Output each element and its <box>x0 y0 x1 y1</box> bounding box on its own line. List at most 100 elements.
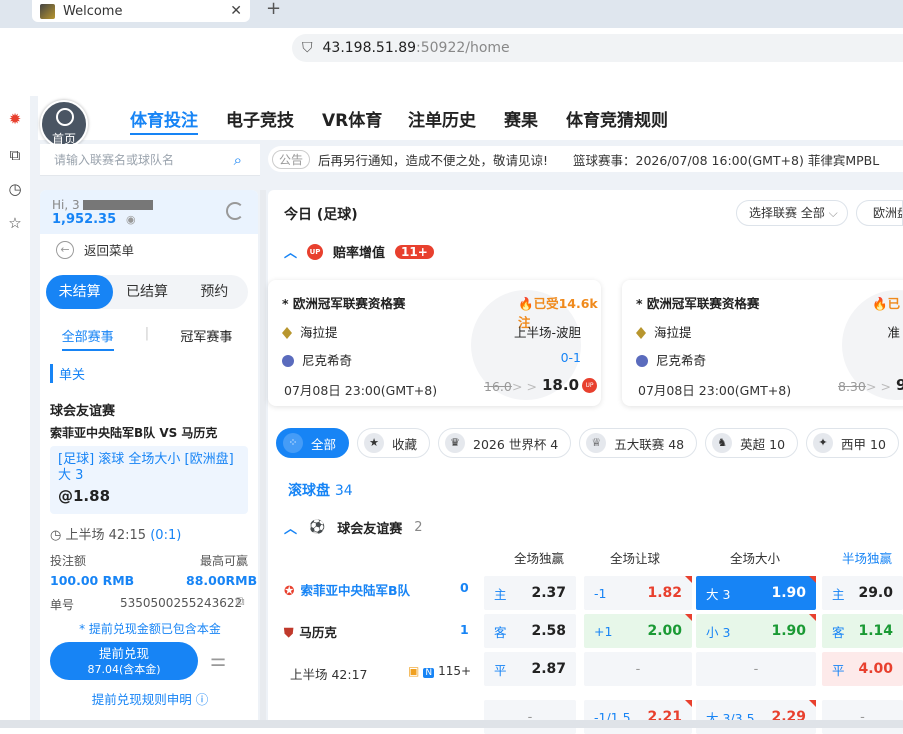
cashout-tip: * 提前兑现金额已包含本金 <box>79 622 221 636</box>
notice-text: 后再另行通知，造成不便之处，敬请见谅! 篮球赛事：2026/07/08 16:0… <box>318 152 880 168</box>
new-tab-icon[interactable]: + <box>266 0 281 19</box>
card-new-odds[interactable]: 9 <box>896 376 903 394</box>
odds-cell[interactable]: -1/1.5 2.21 <box>584 700 692 734</box>
tab-settled[interactable]: 已结算 <box>113 275 180 309</box>
back-menu-label: 返回菜单 <box>84 243 135 258</box>
cashout-rules-link[interactable]: 提前兑现规则申明 ⓘ <box>50 689 250 708</box>
notice-bar: 公告 后再另行通知，造成不便之处，敬请见谅! 篮球赛事：2026/07/08 1… <box>268 146 903 172</box>
chevron-up-icon: ︿ <box>284 246 298 261</box>
history-icon[interactable]: ◷ <box>6 180 24 198</box>
match-time: 上半场 42:17 <box>290 667 368 682</box>
bet-detail: [足球] 滚球 全场大小 [欧洲盘] 大 3 @1.88 <box>50 446 248 514</box>
eye-icon[interactable]: ◉ <box>126 213 136 226</box>
team-crest-icon <box>282 327 292 339</box>
site-info-icon[interactable]: ⛉ <box>302 40 313 56</box>
league-group-count: 2 <box>414 520 423 535</box>
col-over-under: 全场大小 <box>729 551 780 566</box>
nav-rules[interactable]: 体育竞猜规则 <box>566 106 668 131</box>
chip-favorites[interactable]: ★ 收藏 <box>357 428 431 458</box>
bet-match: 索菲亚中央陆军B队 VS 马历克 <box>50 426 218 440</box>
bet-type: 单关 <box>50 364 85 383</box>
boost-card[interactable]: * 欧洲冠军联赛资格赛 🔥已 海拉提 尼克希奇 准 07月08日 23:00(G… <box>622 280 903 406</box>
card-away-team: 尼克希奇 <box>636 350 706 369</box>
odds-cell[interactable]: 客 1.14 <box>822 614 903 648</box>
nav-results[interactable]: 赛果 <box>504 106 538 131</box>
odds-cell[interactable]: +1 2.00 <box>584 614 692 648</box>
odds-cell[interactable]: 小 3 1.90 <box>696 614 816 648</box>
card-date: 07月08日 23:00(GMT+8) <box>638 383 792 398</box>
notice-tag: 公告 <box>272 149 311 169</box>
search-icon[interactable]: ⌕ <box>234 151 242 169</box>
odds-cell[interactable]: 平 2.87 <box>484 652 576 686</box>
nav-esports[interactable]: 电子竞技 <box>226 106 294 131</box>
bet-selection: 大 3 <box>58 468 84 483</box>
odds-cell[interactable]: 大 3/3.5 2.29 <box>696 700 816 734</box>
odds-cell[interactable]: 平 4.00 <box>822 652 903 686</box>
search-input[interactable]: 请输入联赛名或球队名 ⌕ <box>40 144 260 176</box>
chip-epl[interactable]: ♞ 英超 10 <box>705 428 799 458</box>
card-date: 07月08日 23:00(GMT+8) <box>284 383 438 398</box>
chip-laliga[interactable]: ✦ 西甲 10 <box>806 428 899 458</box>
up-icon: UP <box>307 243 324 260</box>
odds-cell[interactable]: 主 2.37 <box>484 576 576 610</box>
copy-icon[interactable]: ⧉ <box>236 594 245 609</box>
event-sub-tabs: 全部赛事 | 冠军赛事 <box>46 326 248 351</box>
tab-all-events[interactable]: 全部赛事 <box>61 326 114 351</box>
home-button[interactable]: 首页 <box>40 100 88 148</box>
card-away-team: 尼克希奇 <box>282 350 352 369</box>
stats-icon: ▣ <box>408 664 420 678</box>
address-bar[interactable]: ⛉ 43.198.51.89 :50922/home <box>292 34 903 62</box>
close-tab-icon[interactable]: ✕ <box>230 3 242 19</box>
card-hot: 🔥已 <box>872 296 901 311</box>
card-league: * 欧洲冠军联赛资格赛 <box>282 296 406 311</box>
favorites-icon[interactable]: ☆ <box>6 214 24 232</box>
sun-icon[interactable]: ✹ <box>6 110 24 128</box>
tab-unsettled[interactable]: 未结算 <box>46 275 114 309</box>
odds-boost-header[interactable]: ︿ UP 赔率增值 11+ <box>284 242 434 261</box>
panel-scrollbar[interactable] <box>260 190 266 728</box>
chip-world-cup[interactable]: ♛ 2026 世界杯 4 <box>438 428 572 458</box>
league-select[interactable]: 选择联赛 全部 ⌵ <box>736 200 848 226</box>
odds-cell-selected[interactable]: 大 3 1.90 <box>696 576 816 610</box>
collections-icon[interactable]: ⧉ <box>6 146 24 164</box>
card-new-odds[interactable]: 18.0 <box>542 376 579 394</box>
card-market: 上半场-波胆 <box>513 325 581 340</box>
boost-card[interactable]: * 欧洲冠军联赛资格赛 🔥已受14.6k注 海拉提 尼克希奇 上半场-波胆 0-… <box>268 280 601 406</box>
trophy-icon: ♛ <box>445 433 466 453</box>
url-path: :50922/home <box>416 40 510 56</box>
tab-champion-events[interactable]: 冠军赛事 <box>180 326 232 351</box>
team-crest-icon <box>636 327 646 339</box>
bet-score: (0:1) <box>150 528 182 543</box>
url-host: 43.198.51.89 <box>322 40 417 56</box>
card-league: * 欧洲冠军联赛资格赛 <box>636 296 760 311</box>
inplay-header: 滚球盘 34 <box>288 480 353 500</box>
nav-sports-betting[interactable]: 体育投注 <box>130 106 198 135</box>
divider: | <box>144 326 150 341</box>
league-group-name: 球会友谊赛 <box>337 522 403 537</box>
cashout-button[interactable]: 提前兑现 87.04(含本金) <box>50 642 198 680</box>
nav-bet-history[interactable]: 注单历史 <box>408 106 476 131</box>
chip-top5[interactable]: ♕ 五大联赛 48 <box>579 428 698 458</box>
slider-icon[interactable]: ⚌ <box>210 650 234 672</box>
search-placeholder: 请输入联赛名或球队名 <box>54 153 175 167</box>
masked-username <box>83 200 154 210</box>
odds-type-select[interactable]: 欧洲盘 <box>856 200 903 226</box>
league-filter-chips: ⁘ 全部 ★ 收藏 ♛ 2026 世界杯 4 ♕ 五大联赛 48 ♞ 英超 10 ✦ 西甲 … <box>276 428 903 460</box>
chip-all[interactable]: ⁘ 全部 <box>276 428 350 458</box>
bet-odds: @1.88 <box>58 487 111 505</box>
odds-cell[interactable]: 客 2.58 <box>484 614 576 648</box>
stake-label: 投注额 <box>50 554 87 568</box>
refresh-icon[interactable] <box>226 202 244 220</box>
laliga-icon: ✦ <box>813 433 834 453</box>
odds-cell[interactable]: 主 29.0 <box>822 576 903 610</box>
nav-vr-sports[interactable]: VR体育 <box>322 106 382 131</box>
more-markets[interactable]: ▣ N 115+ <box>408 664 471 678</box>
league-group-header[interactable]: ︿ ⚽ 球会友谊赛 2 <box>284 518 423 537</box>
bet-status-tabs: 未结算 已结算 预约 <box>46 275 248 309</box>
odds-cell-empty: - <box>584 652 692 686</box>
tab-reserved[interactable]: 预约 <box>181 275 248 309</box>
back-menu-button[interactable]: ← 返回菜单 <box>56 240 134 259</box>
browser-tab[interactable]: Welcome ✕ <box>32 0 250 22</box>
league-select-label: 选择联赛 全部 <box>749 206 825 220</box>
odds-cell[interactable]: -1 1.82 <box>584 576 692 610</box>
